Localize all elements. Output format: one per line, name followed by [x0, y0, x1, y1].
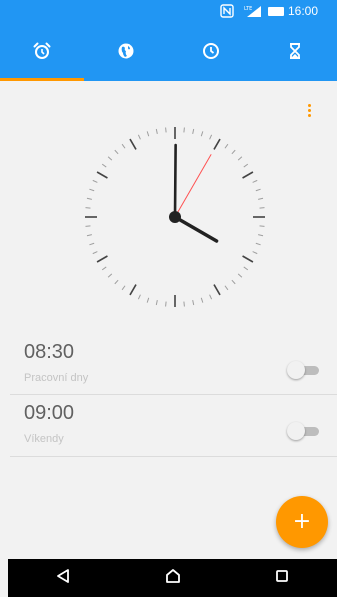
divider: [10, 394, 337, 395]
minute-tick: [252, 251, 258, 255]
minute-tick: [89, 188, 95, 192]
minute-tick: [237, 156, 243, 161]
minute-tick: [101, 163, 107, 168]
second-hand: [174, 154, 212, 218]
clock-app-screen: LTE 16:00 08:30 Pracovní dny 09:00 Víken…: [0, 0, 337, 597]
alarm-toggle[interactable]: [287, 422, 321, 440]
recents-square-icon: [273, 567, 291, 589]
back-triangle-icon: [54, 567, 72, 589]
minute-tick: [107, 156, 113, 161]
minute-tick: [209, 294, 213, 300]
tab-bar: [0, 24, 337, 81]
divider: [10, 456, 337, 457]
minute-tick: [252, 179, 258, 183]
minute-tick: [86, 234, 92, 237]
minute-tick: [192, 300, 195, 306]
minute-tick: [92, 251, 98, 255]
minute-tick: [165, 127, 167, 133]
alarm-row[interactable]: 09:00 Víkendy: [0, 400, 337, 462]
minute-tick: [107, 273, 113, 278]
minute-tick: [259, 207, 265, 209]
minute-tick: [224, 285, 229, 291]
minute-hand: [173, 143, 177, 219]
minute-tick: [237, 273, 243, 278]
clock-icon: [201, 41, 221, 65]
toggle-thumb: [287, 422, 305, 440]
hour-tick: [129, 138, 137, 150]
minute-tick: [85, 207, 91, 209]
alarm-toggle[interactable]: [287, 361, 321, 379]
tab-world-clock[interactable]: [84, 24, 168, 81]
minute-tick: [137, 134, 141, 140]
back-button[interactable]: [8, 559, 118, 597]
minute-tick: [183, 127, 185, 133]
navigation-bar: [8, 559, 337, 597]
hour-tick: [129, 284, 137, 296]
minute-tick: [243, 163, 249, 168]
alarm-time: 09:00: [24, 402, 75, 424]
recents-button[interactable]: [227, 559, 337, 597]
alarm-clock-icon: [32, 41, 52, 65]
alarm-label: Víkendy: [24, 433, 64, 445]
minute-tick: [200, 131, 204, 137]
alarm-label: Pracovní dny: [24, 372, 89, 384]
home-button[interactable]: [118, 559, 228, 597]
nfc-icon: [220, 4, 234, 18]
globe-icon: [116, 41, 136, 65]
more-vert-icon[interactable]: [299, 98, 319, 122]
hourglass-icon: [285, 41, 305, 65]
minute-tick: [137, 294, 141, 300]
status-bar: LTE 16:00: [0, 0, 337, 24]
analog-clock: [85, 127, 265, 307]
minute-tick: [231, 149, 236, 155]
minute-tick: [121, 285, 126, 291]
minute-tick: [85, 225, 91, 227]
signal-label: LTE: [244, 6, 252, 12]
minute-tick: [183, 301, 185, 307]
minute-tick: [258, 197, 264, 200]
minute-tick: [92, 179, 98, 183]
minute-tick: [146, 131, 150, 137]
hour-tick: [213, 284, 221, 296]
hour-tick: [242, 171, 254, 179]
minute-tick: [86, 197, 92, 200]
minute-tick: [155, 128, 158, 134]
minute-tick: [231, 279, 236, 285]
minute-tick: [258, 234, 264, 237]
add-alarm-button[interactable]: +: [276, 496, 328, 548]
alarm-time: 08:30: [24, 341, 75, 363]
status-time: 16:00: [288, 4, 319, 18]
clock-center: [169, 211, 181, 223]
minute-tick: [155, 300, 158, 306]
tab-timer[interactable]: [253, 24, 337, 81]
tab-stopwatch[interactable]: [169, 24, 253, 81]
minute-tick: [224, 143, 229, 149]
hour-tick: [242, 255, 254, 263]
minute-tick: [146, 297, 150, 303]
minute-tick: [165, 301, 167, 307]
battery-icon: [268, 7, 284, 16]
minute-tick: [255, 242, 261, 246]
alarm-row[interactable]: 08:30 Pracovní dny: [0, 339, 337, 401]
toggle-thumb: [287, 361, 305, 379]
minute-tick: [114, 149, 119, 155]
minute-tick: [192, 128, 195, 134]
hour-tick: [96, 171, 108, 179]
minute-tick: [243, 266, 249, 271]
hour-hand: [173, 215, 219, 243]
hour-tick: [213, 138, 221, 150]
minute-tick: [101, 266, 107, 271]
add-icon: +: [292, 509, 312, 534]
minute-tick: [200, 297, 204, 303]
minute-tick: [121, 143, 126, 149]
hour-tick: [96, 255, 108, 263]
minute-tick: [255, 188, 261, 192]
signal-icon: LTE: [243, 4, 263, 18]
minute-tick: [114, 279, 119, 285]
home-icon: [164, 567, 182, 589]
tab-alarm[interactable]: [0, 24, 85, 81]
minute-tick: [209, 134, 213, 140]
minute-tick: [89, 242, 95, 246]
minute-tick: [259, 225, 265, 227]
